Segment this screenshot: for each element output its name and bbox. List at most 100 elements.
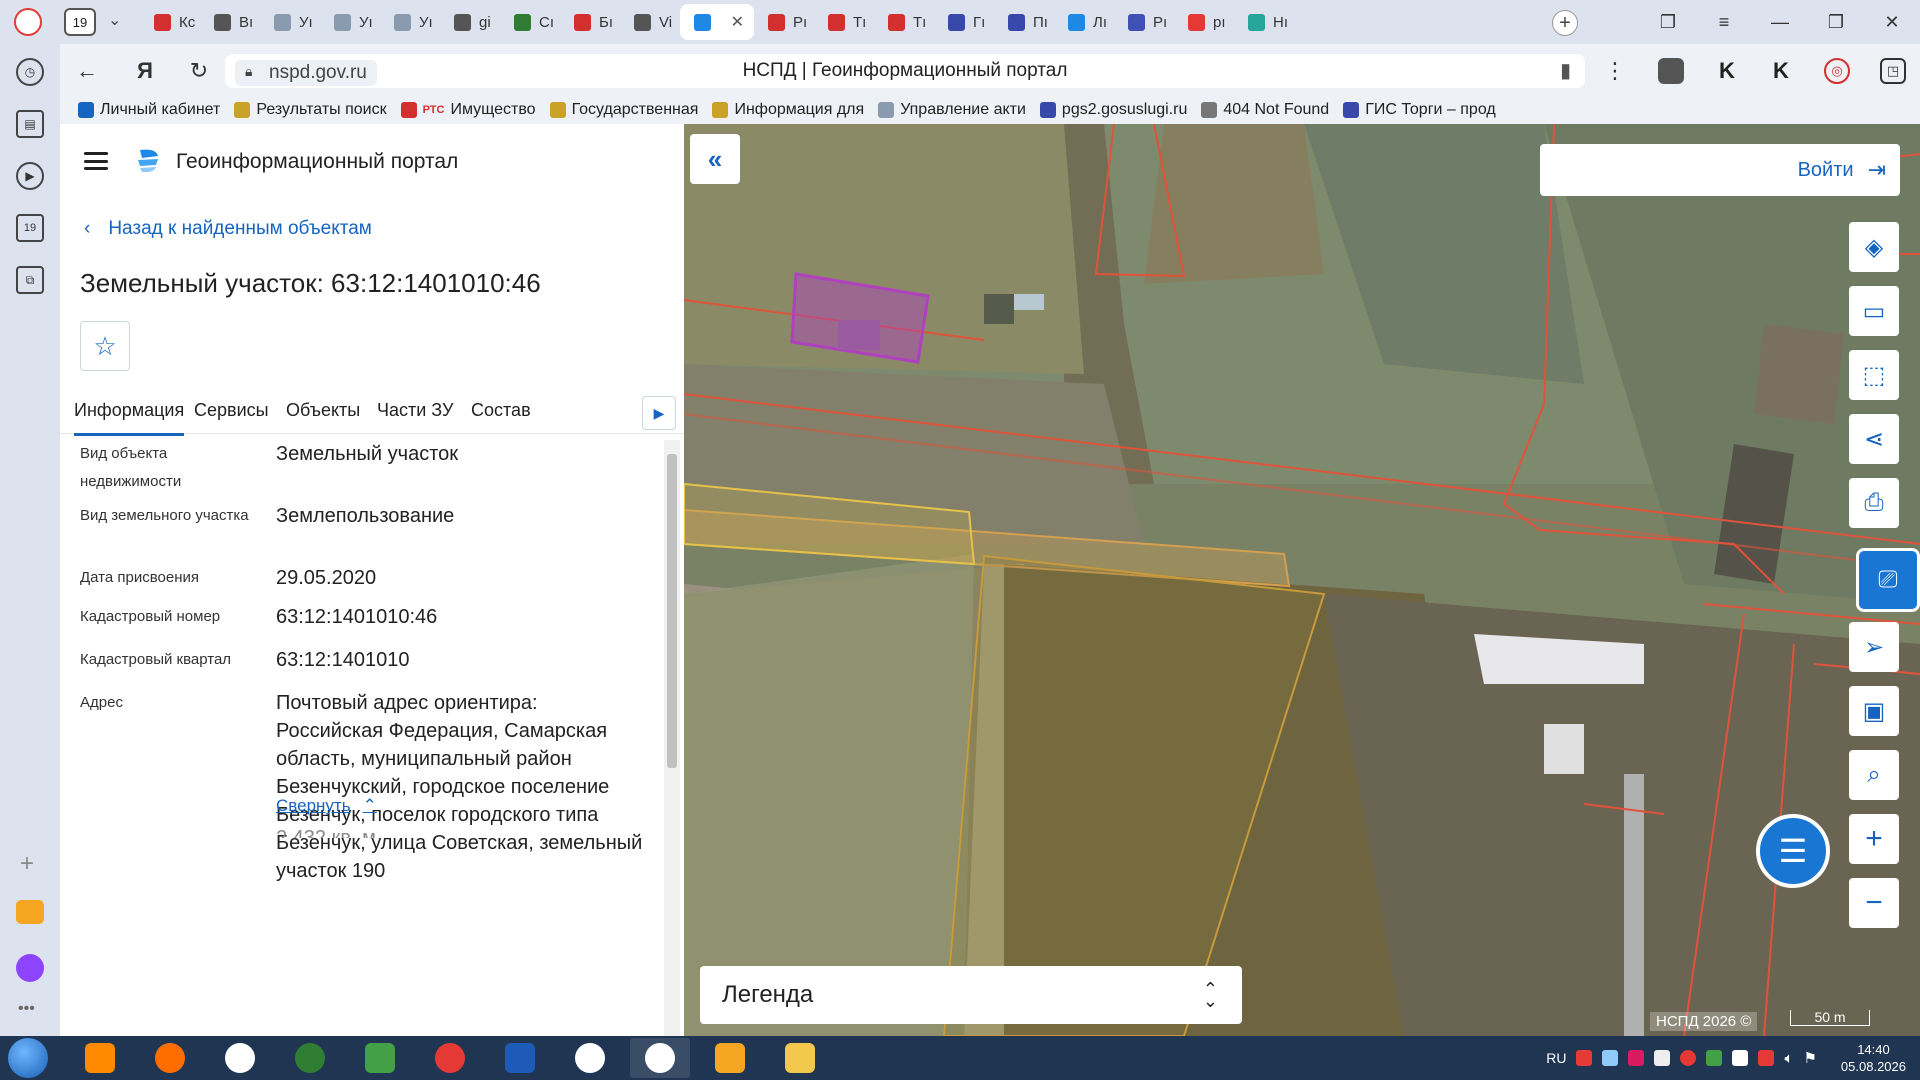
explorer-icon[interactable]	[770, 1038, 830, 1078]
minimize-button[interactable]: —	[1752, 0, 1808, 44]
ruler-icon[interactable]: ▭	[1849, 286, 1899, 336]
bookmark-item[interactable]: Информация для	[712, 101, 864, 119]
bookmark-icon[interactable]: ▮	[1560, 58, 1571, 83]
word-icon[interactable]	[490, 1038, 550, 1078]
bookmark-item[interactable]: ГИС Торги – прод	[1343, 101, 1496, 119]
back-arrow-icon[interactable]: ←	[72, 56, 102, 86]
new-tab-button[interactable]: +	[1552, 10, 1578, 36]
collapse-panel-button[interactable]: «	[690, 134, 740, 184]
browser-tab[interactable]: Тı	[874, 4, 934, 40]
yandex-browser-icon[interactable]	[210, 1038, 270, 1078]
c-app-icon[interactable]	[560, 1038, 620, 1078]
bookmark-item[interactable]: pgs2.gosuslugi.ru	[1039, 101, 1187, 119]
browser-tab[interactable]: Гı	[934, 4, 994, 40]
tray-app-icon[interactable]	[1602, 1050, 1619, 1066]
maximize-button[interactable]: ❐	[1808, 0, 1864, 44]
menu-icon[interactable]: ≡	[1696, 0, 1752, 44]
tabs-scroll-right-button[interactable]: ▶	[642, 396, 676, 430]
bookmark-item[interactable]: Результаты поиск	[234, 101, 387, 119]
tray-app-icon[interactable]	[1576, 1050, 1593, 1066]
history-icon[interactable]: ◷	[16, 58, 44, 86]
browser-tab[interactable]: Vi	[620, 4, 680, 40]
red-app-icon[interactable]	[420, 1038, 480, 1078]
browser-tab[interactable]: Тı	[814, 4, 874, 40]
lock-icon[interactable]: 🔒︎	[245, 63, 252, 80]
minimap-icon[interactable]: ▣	[1849, 686, 1899, 736]
legend-dropdown[interactable]: Легенда ⌃ ⌄	[700, 966, 1242, 1024]
doc-scan-icon[interactable]: ⎚	[1856, 548, 1920, 612]
back-to-results-link[interactable]: ‹ Назад к найденным объектам	[84, 218, 372, 240]
extension-k2-icon[interactable]: K	[1768, 58, 1794, 84]
tray-app-icon[interactable]	[1654, 1050, 1671, 1066]
browser-tab[interactable]: Лı	[1054, 4, 1114, 40]
more-icon[interactable]: •••	[18, 1000, 35, 1018]
play-icon[interactable]: ▶	[16, 162, 44, 190]
favorite-star-button[interactable]: ☆	[80, 321, 130, 371]
tabs-count-icon[interactable]: 19	[16, 214, 44, 242]
clock[interactable]: 14:40 05.08.2026	[1841, 1041, 1906, 1075]
tab-counter[interactable]: 19	[64, 8, 96, 36]
bookmark-item[interactable]: Государственная	[549, 101, 698, 119]
url-field[interactable]: НСПД | Геоинформационный портал 🔒︎ nspd.…	[225, 54, 1585, 88]
url-host[interactable]: 🔒︎ nspd.gov.ru	[235, 60, 377, 86]
login-button[interactable]: Войти ⇥	[1540, 144, 1900, 196]
zoom-out-icon[interactable]: −	[1849, 878, 1899, 928]
browser-tab[interactable]: Кc	[140, 4, 200, 40]
tray-app-icon[interactable]	[1706, 1050, 1723, 1066]
chat-support-button[interactable]: ☰	[1756, 814, 1830, 888]
browser-tab[interactable]: ✕	[680, 4, 754, 40]
tab-objects[interactable]: Объекты	[286, 400, 360, 421]
tray-app-icon[interactable]	[1680, 1050, 1697, 1066]
browser-tab[interactable]: рı	[1174, 4, 1234, 40]
share-icon[interactable]: ⋖	[1849, 414, 1899, 464]
browser-profile-icon[interactable]	[14, 8, 42, 36]
mail-icon[interactable]	[16, 900, 44, 924]
volume-icon[interactable]: 🔈︎	[1784, 1050, 1793, 1067]
browser-tab[interactable]: Нı	[1234, 4, 1294, 40]
add-panel-icon[interactable]: +	[20, 850, 34, 878]
browser-tab[interactable]: gi	[440, 4, 500, 40]
browser-tab[interactable]: Пı	[994, 4, 1054, 40]
alice-assistant-icon[interactable]	[16, 954, 44, 982]
yandex-home-icon[interactable]: Я	[130, 56, 160, 86]
locate-icon[interactable]: ➢	[1849, 622, 1899, 672]
reload-icon[interactable]: ↻	[184, 56, 214, 86]
tab-information[interactable]: Информация	[74, 400, 185, 436]
bookmark-item[interactable]: Управление акти	[878, 101, 1026, 119]
more-vertical-icon[interactable]: ⋮	[1600, 56, 1630, 86]
panel-scrollbar[interactable]	[664, 440, 680, 1036]
extension-shield-icon[interactable]	[1658, 58, 1684, 84]
zoom-in-icon[interactable]: +	[1849, 814, 1899, 864]
extension-chat-icon[interactable]: ◳	[1880, 58, 1906, 84]
close-button[interactable]: ✕	[1864, 0, 1920, 44]
tab-close-icon[interactable]: ✕	[731, 12, 744, 32]
bookmark-item[interactable]: Личный кабинет	[78, 101, 220, 119]
browser-tab[interactable]: Сı	[500, 4, 560, 40]
select-area-icon[interactable]: ⬚	[1849, 350, 1899, 400]
browser-tab[interactable]: Рı	[1114, 4, 1174, 40]
screenshot-icon[interactable]: ⧉	[16, 266, 44, 294]
extension-k-icon[interactable]: K	[1714, 58, 1740, 84]
extension-target-icon[interactable]: ◎	[1824, 58, 1850, 84]
media-player-icon[interactable]	[70, 1038, 130, 1078]
mail-app-icon[interactable]	[700, 1038, 760, 1078]
collapse-link[interactable]: Свернуть ⌃	[276, 796, 377, 816]
panel-scrollbar-thumb[interactable]	[667, 454, 677, 768]
layers-icon[interactable]: ◈	[1849, 222, 1899, 272]
browser-tab[interactable]: Уı	[260, 4, 320, 40]
chrome-icon[interactable]	[280, 1038, 340, 1078]
bookmark-item[interactable]: РТС Имущество	[400, 101, 536, 119]
yandex-browser-2-icon[interactable]	[630, 1038, 690, 1078]
tray-app-icon[interactable]	[1758, 1050, 1775, 1066]
tray-app-icon[interactable]	[1732, 1050, 1749, 1066]
map-view[interactable]: « Войти ⇥ ◈ ▭ ⬚ ⋖ ⎙ ⎚ ➢ ▣ ⌕ + − ☰ Легенд…	[684, 124, 1920, 1036]
start-button[interactable]	[8, 1038, 48, 1078]
language-indicator[interactable]: RU	[1546, 1050, 1566, 1066]
browser-tab[interactable]: Бı	[560, 4, 620, 40]
print-icon[interactable]: ⎙	[1849, 478, 1899, 528]
collections-icon[interactable]: ▤	[16, 110, 44, 138]
browser-tab[interactable]: Вı	[200, 4, 260, 40]
firefox-icon[interactable]	[140, 1038, 200, 1078]
search-location-icon[interactable]: ⌕	[1849, 750, 1899, 800]
tray-app-icon[interactable]	[1628, 1050, 1645, 1066]
